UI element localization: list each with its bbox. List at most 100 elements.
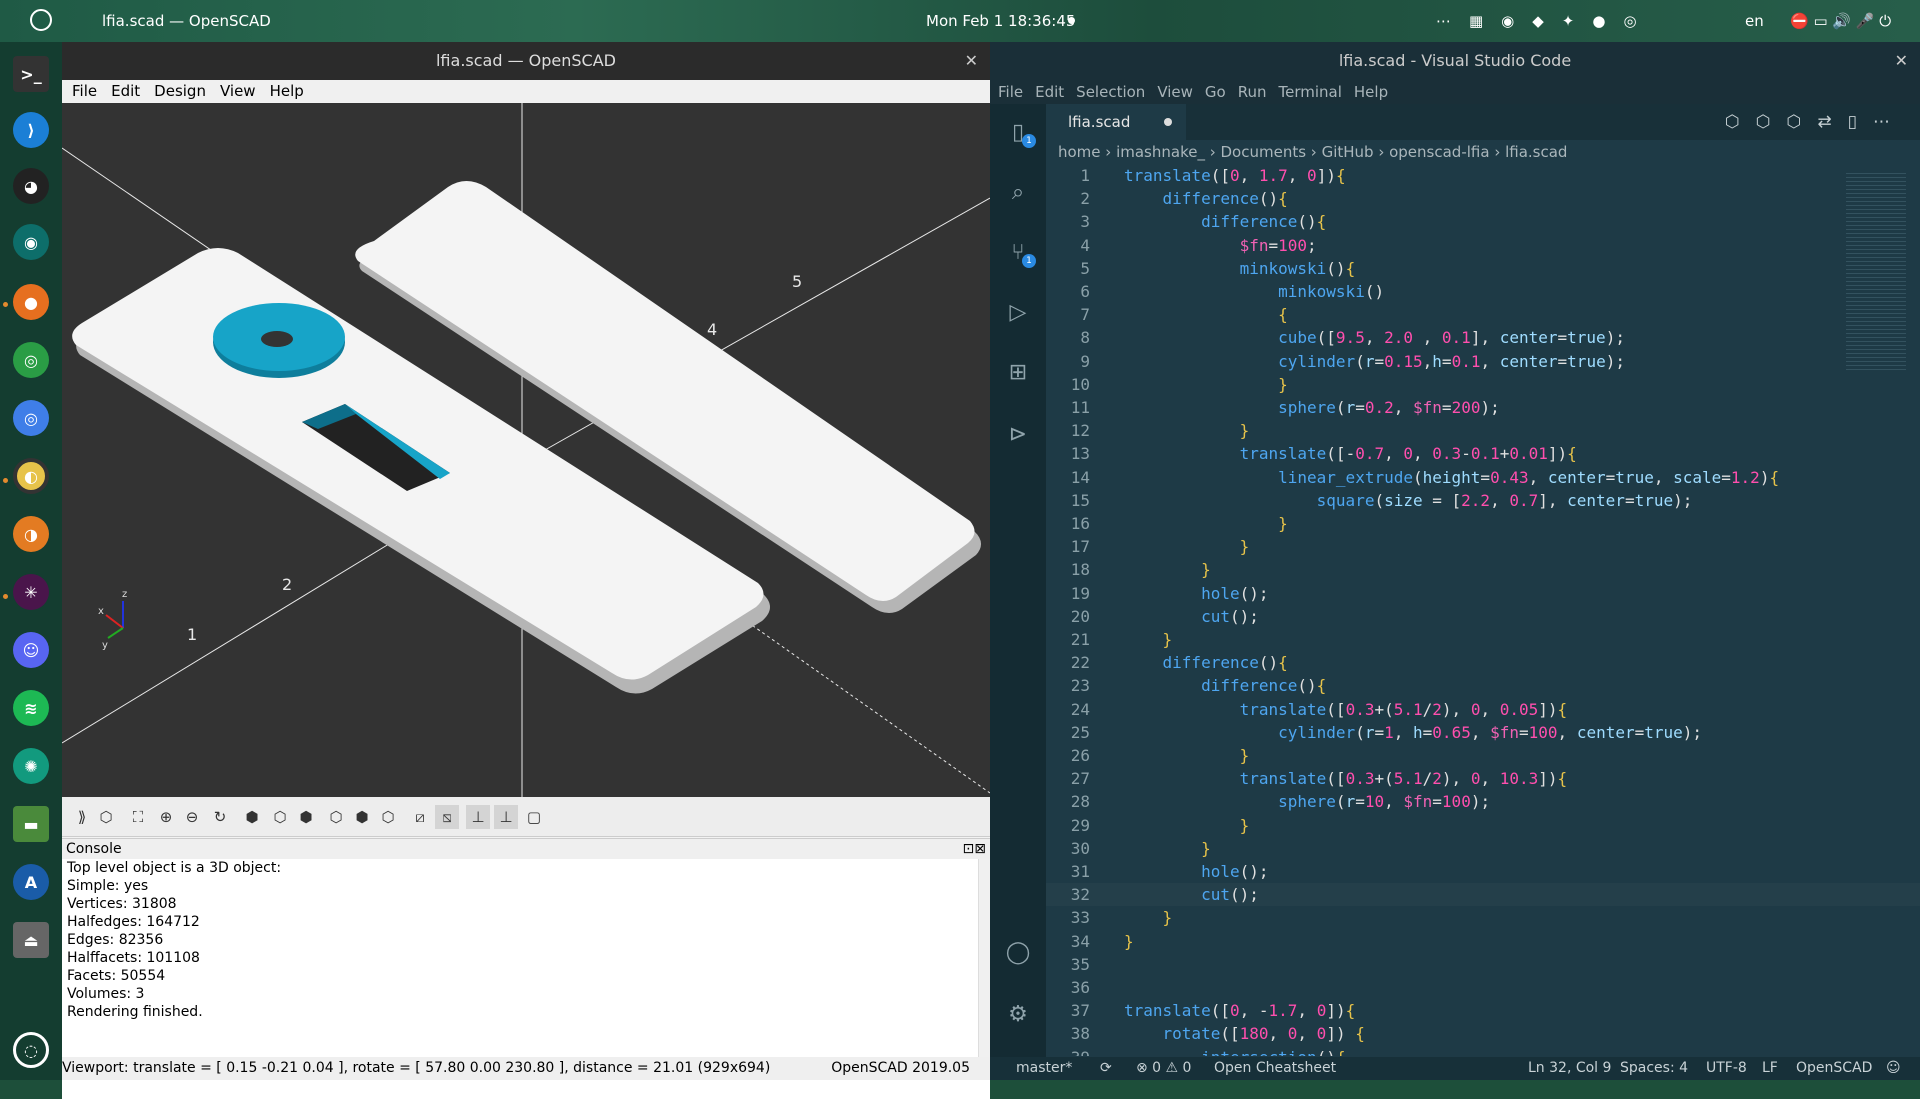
code-line[interactable]: 25 cylinder(r=1, h=0.65, $fn=100, center…: [1046, 721, 1920, 744]
code-line[interactable]: 35: [1046, 953, 1920, 976]
code-line[interactable]: 10 }: [1046, 373, 1920, 396]
remote-explorer-icon[interactable]: ⊳: [1004, 420, 1032, 448]
show-scale-icon[interactable]: ⊥: [494, 805, 518, 829]
code-line[interactable]: 8 cube([9.5, 2.0 , 0.1], center=true);: [1046, 326, 1920, 349]
code-line[interactable]: 37 translate([0, -1.7, 0]){: [1046, 999, 1920, 1022]
zoom-in-icon[interactable]: ⊕: [154, 805, 178, 829]
code-line[interactable]: 15 square(size = [2.2, 0.7], center=true…: [1046, 489, 1920, 512]
app-icon[interactable]: A: [13, 864, 49, 900]
editor-actions[interactable]: ⬡⬡⬡⇄▯⋯: [1725, 112, 1906, 132]
explorer-icon[interactable]: ▯ 1: [1004, 118, 1036, 148]
zoom-out-icon[interactable]: ⊖: [180, 805, 204, 829]
code-line[interactable]: 23 difference(){: [1046, 674, 1920, 697]
code-line[interactable]: 27 translate([0.3+(5.1/2), 0, 10.3]){: [1046, 767, 1920, 790]
code-line[interactable]: 11 sphere(r=0.2, $fn=200);: [1046, 396, 1920, 419]
close-icon[interactable]: ✕: [965, 42, 978, 80]
chrome-icon[interactable]: ◎: [13, 342, 49, 378]
code-line[interactable]: 17 }: [1046, 535, 1920, 558]
code-line[interactable]: 33 }: [1046, 906, 1920, 929]
breadcrumb-item[interactable]: GitHub: [1322, 143, 1374, 161]
language-indicator[interactable]: en: [1745, 12, 1764, 30]
tab-lfia-scad[interactable]: lfia.scad: [1046, 104, 1186, 140]
menu-help[interactable]: Help: [1354, 80, 1388, 104]
minimap[interactable]: [1846, 170, 1906, 370]
menu-go[interactable]: Go: [1205, 80, 1226, 104]
code-line[interactable]: 9 cylinder(r=0.15,h=0.1, center=true);: [1046, 350, 1920, 373]
drive-icon[interactable]: ⏏: [13, 922, 49, 958]
show-apps-icon[interactable]: ◌: [13, 1032, 49, 1068]
code-line[interactable]: 39 intersection(){: [1046, 1046, 1920, 1056]
code-line[interactable]: 22 difference(){: [1046, 651, 1920, 674]
git-branch[interactable]: master*: [1016, 1057, 1072, 1080]
code-line[interactable]: 21 }: [1046, 628, 1920, 651]
active-app-title[interactable]: lfia.scad — OpenSCAD: [102, 12, 271, 30]
menu-terminal[interactable]: Terminal: [1279, 80, 1342, 104]
menu-run[interactable]: Run: [1238, 80, 1267, 104]
menu-edit[interactable]: Edit: [1035, 80, 1064, 104]
view-left-icon[interactable]: ⬡: [324, 805, 348, 829]
code-line[interactable]: 7 {: [1046, 303, 1920, 326]
view-right-icon[interactable]: ⬢: [240, 805, 264, 829]
render-icon[interactable]: ⬡: [94, 805, 118, 829]
source-control-icon[interactable]: ⑂ 1: [1004, 238, 1036, 268]
menu-view[interactable]: View: [220, 80, 256, 102]
menu-file[interactable]: File: [72, 80, 97, 102]
code-line[interactable]: 12 }: [1046, 419, 1920, 442]
view-back-icon[interactable]: ⬡: [376, 805, 400, 829]
firefox-icon[interactable]: ●: [13, 284, 49, 320]
code-line[interactable]: 38 rotate([180, 0, 0]) {: [1046, 1022, 1920, 1045]
line-ending[interactable]: LF: [1762, 1057, 1778, 1080]
perspective-icon[interactable]: ⧄: [408, 805, 432, 829]
unsaved-dot-icon[interactable]: [1164, 118, 1172, 126]
view-front-icon[interactable]: ⬢: [350, 805, 374, 829]
menu-design[interactable]: Design: [154, 80, 206, 102]
code-line[interactable]: 18 }: [1046, 558, 1920, 581]
code-line[interactable]: 5 minkowski(){: [1046, 257, 1920, 280]
github-icon[interactable]: ◕: [13, 168, 49, 204]
console-scrollbar[interactable]: [978, 859, 990, 1057]
code-line[interactable]: 29 }: [1046, 814, 1920, 837]
feedback-icon[interactable]: ☺: [1886, 1057, 1901, 1080]
cursor-position[interactable]: Ln 32, Col 9: [1528, 1057, 1611, 1080]
terminal-icon[interactable]: >_: [13, 56, 49, 92]
view-all-icon[interactable]: ⛶: [126, 805, 150, 829]
code-editor[interactable]: 1 translate([0, 1.7, 0]){2 difference(){3…: [1046, 164, 1920, 1056]
vscode-icon[interactable]: ⟩: [13, 112, 49, 148]
spotify-icon[interactable]: ≋: [13, 690, 49, 726]
orthogonal-icon[interactable]: ⧅: [435, 805, 459, 829]
breadcrumb-item[interactable]: lfia.scad: [1505, 143, 1567, 161]
code-line[interactable]: 20 cut();: [1046, 605, 1920, 628]
code-line[interactable]: 32 cut();: [1046, 883, 1920, 907]
menu-file[interactable]: File: [998, 80, 1023, 104]
breadcrumb-item[interactable]: Documents: [1221, 143, 1307, 161]
shutter-icon[interactable]: ✺: [13, 748, 49, 784]
problems-indicator[interactable]: ⊗ 0 ⚠ 0: [1136, 1057, 1191, 1080]
code-line[interactable]: 36: [1046, 976, 1920, 999]
extensions-icon[interactable]: ⊞: [1004, 358, 1032, 386]
close-icon[interactable]: ✕: [1895, 42, 1908, 80]
search-icon[interactable]: ⌕: [1004, 178, 1032, 206]
console-close-icon[interactable]: ⊡⊠: [963, 839, 986, 859]
discord-icon[interactable]: ☺: [13, 632, 49, 668]
menu-selection[interactable]: Selection: [1076, 80, 1145, 104]
openscad-icon[interactable]: ◐: [13, 458, 49, 494]
open-cheatsheet[interactable]: Open Cheatsheet: [1214, 1057, 1336, 1080]
code-line[interactable]: 4 $fn=100;: [1046, 234, 1920, 257]
view-top-icon[interactable]: ⬡: [268, 805, 292, 829]
code-line[interactable]: 28 sphere(r=10, $fn=100);: [1046, 790, 1920, 813]
accounts-icon[interactable]: ◯: [1004, 938, 1032, 966]
menu-edit[interactable]: Edit: [111, 80, 140, 102]
code-line[interactable]: 14 linear_extrude(height=0.43, center=tr…: [1046, 466, 1920, 489]
files-icon[interactable]: ▬: [13, 806, 49, 842]
code-line[interactable]: 2 difference(){: [1046, 187, 1920, 210]
code-line[interactable]: 24 translate([0.3+(5.1/2), 0, 0.05]){: [1046, 698, 1920, 721]
menu-view[interactable]: View: [1157, 80, 1193, 104]
code-line[interactable]: 1 translate([0, 1.7, 0]){: [1046, 164, 1920, 187]
code-line[interactable]: 13 translate([-0.7, 0, 0.3-0.1+0.01]){: [1046, 442, 1920, 465]
preview-icon[interactable]: ⟫: [70, 805, 94, 829]
code-line[interactable]: 6 minkowski(): [1046, 280, 1920, 303]
gitkraken-icon[interactable]: ◉: [13, 224, 49, 260]
slack-icon[interactable]: ✳: [13, 574, 49, 610]
menu-help[interactable]: Help: [270, 80, 304, 102]
code-line[interactable]: 3 difference(){: [1046, 210, 1920, 233]
